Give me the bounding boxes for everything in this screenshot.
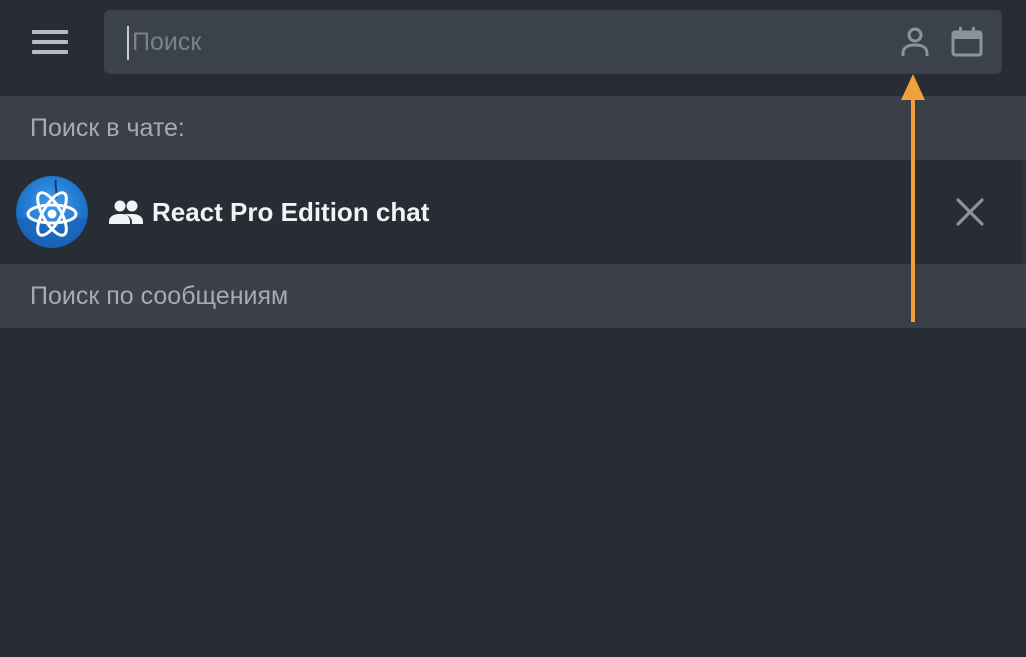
remove-chat-filter-button[interactable] bbox=[950, 192, 990, 232]
calendar-icon bbox=[951, 27, 983, 57]
message-search-label: Поиск по сообщениям bbox=[30, 282, 289, 310]
chat-title: React Pro Edition chat bbox=[152, 197, 430, 227]
hamburger-icon-bar-middle bbox=[32, 40, 68, 44]
chat-filter-row[interactable]: React Pro Edition chat bbox=[0, 160, 1026, 264]
chat-search-section-header: Поиск в чате: bbox=[0, 96, 1026, 160]
calendar-filter-button[interactable] bbox=[949, 24, 985, 60]
scrollbar-edge bbox=[1022, 160, 1026, 264]
search-input[interactable] bbox=[128, 20, 872, 64]
person-icon bbox=[901, 27, 929, 56]
react-atom-icon bbox=[16, 176, 88, 248]
group-icon bbox=[108, 198, 144, 226]
header-bar bbox=[0, 0, 1026, 96]
chat-search-label: Поиск в чате: bbox=[30, 114, 185, 142]
person-filter-button[interactable] bbox=[897, 24, 933, 60]
hamburger-icon-bar-top bbox=[32, 30, 68, 34]
search-box bbox=[104, 10, 1002, 74]
message-search-section-header: Поиск по сообщениям bbox=[0, 264, 1026, 328]
hamburger-icon-bar-bottom bbox=[32, 50, 68, 54]
avatar bbox=[16, 176, 88, 248]
app-window: Поиск в чате: bbox=[0, 0, 1026, 657]
close-icon bbox=[956, 198, 984, 226]
menu-button[interactable] bbox=[26, 22, 74, 62]
text-caret bbox=[127, 26, 129, 60]
